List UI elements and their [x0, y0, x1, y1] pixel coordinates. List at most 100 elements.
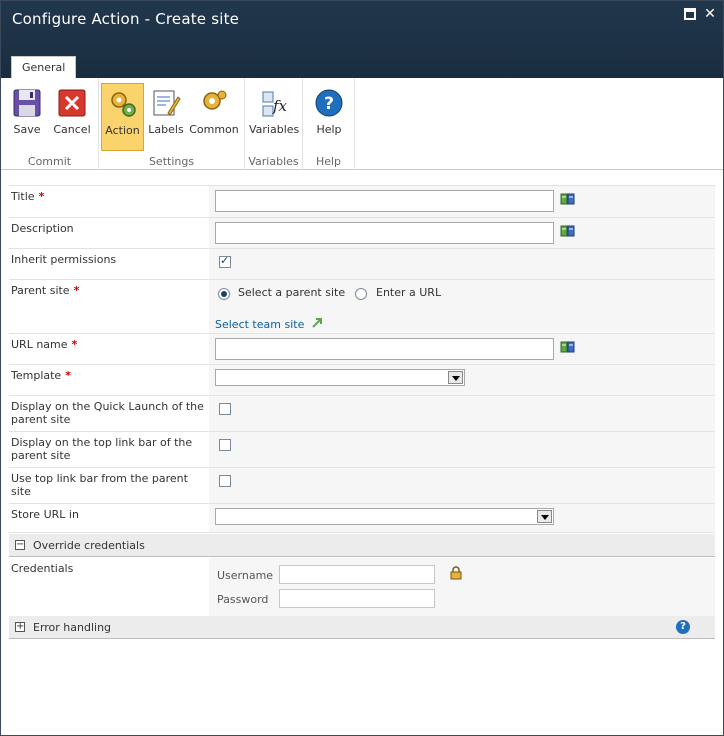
template-select[interactable] — [215, 369, 465, 386]
labels-button[interactable]: Labels — [147, 83, 185, 151]
title-label: Title * — [11, 190, 45, 203]
use-top-link-bar-label: Use top link bar from the parent site — [11, 472, 188, 498]
collapse-icon[interactable]: − — [15, 540, 25, 550]
row-top-link-bar: Display on the top link bar of the paren… — [9, 431, 715, 467]
url-name-value-cell — [208, 334, 715, 364]
use-top-link-bar-value-cell — [208, 468, 715, 503]
quick-launch-value-cell — [208, 396, 715, 431]
group-label-variables: Variables — [248, 155, 299, 168]
chevron-down-icon — [537, 510, 552, 523]
chevron-down-icon — [448, 371, 463, 384]
url-name-input[interactable] — [215, 338, 554, 360]
description-input[interactable] — [215, 222, 554, 244]
row-inherit-permissions: Inherit permissions — [9, 248, 715, 279]
dialog-window: Configure Action - Create site ✕ General… — [0, 0, 724, 736]
help-question-icon: ? — [313, 87, 345, 119]
quick-launch-label: Display on the Quick Launch of the paren… — [11, 400, 204, 426]
ribbon-group-help: ? Help Help — [303, 78, 355, 170]
credentials-label: Credentials — [11, 562, 74, 575]
radio-select-parent-site-label: Select a parent site — [238, 286, 346, 299]
row-use-top-link-bar: Use top link bar from the parent site — [9, 467, 715, 503]
group-label-help: Help — [315, 155, 342, 168]
inherit-permissions-checkbox[interactable] — [219, 254, 231, 268]
arrow-link-icon — [312, 318, 322, 328]
ribbon-group-commit: Save Cancel Commit — [1, 78, 99, 170]
credentials-value-cell: Username Password — [208, 558, 715, 616]
store-url-select[interactable] — [215, 508, 554, 525]
error-handling-title: Error handling — [33, 621, 112, 634]
inherit-permissions-label: Inherit permissions — [11, 253, 117, 266]
group-label-settings: Settings — [148, 155, 195, 168]
title-value-cell — [208, 186, 715, 217]
svg-text:?: ? — [324, 94, 334, 114]
ribbon-group-settings: Action Labels Common Settings — [99, 78, 245, 170]
parent-site-value-cell: Select a parent site Enter a URL Select … — [208, 280, 715, 333]
template-value-cell — [208, 365, 715, 395]
function-fx-icon: fx — [258, 87, 290, 119]
row-store-url: Store URL in — [9, 503, 715, 533]
description-value-cell — [208, 218, 715, 248]
insert-reference-icon[interactable] — [560, 192, 576, 206]
top-link-bar-value-cell — [208, 432, 715, 467]
group-label-commit: Commit — [27, 155, 72, 168]
title-bar: Configure Action - Create site ✕ General — [1, 1, 723, 79]
maximize-icon[interactable] — [684, 8, 696, 20]
insert-reference-icon[interactable] — [560, 224, 576, 238]
lock-icon[interactable] — [450, 566, 462, 583]
override-credentials-header[interactable]: − Override credentials — [9, 534, 715, 557]
cancel-x-icon — [56, 87, 88, 119]
gears-common-icon — [198, 87, 230, 119]
title-input[interactable] — [215, 190, 554, 212]
radio-enter-url-label: Enter a URL — [376, 286, 442, 299]
row-quick-launch: Display on the Quick Launch of the paren… — [9, 395, 715, 431]
ribbon-group-variables: fx Variables Variables — [245, 78, 303, 170]
labels-label: Labels — [148, 123, 184, 136]
radio-select-parent-site[interactable] — [218, 288, 230, 300]
cancel-label: Cancel — [53, 123, 91, 136]
insert-reference-icon[interactable] — [560, 340, 576, 354]
floppy-disk-icon — [11, 87, 43, 119]
common-button[interactable]: Common — [189, 83, 239, 151]
help-icon[interactable]: ? — [676, 620, 690, 634]
radio-enter-url[interactable] — [355, 288, 367, 300]
top-link-bar-label: Display on the top link bar of the paren… — [11, 436, 193, 462]
help-button[interactable]: ? Help — [311, 83, 347, 151]
url-name-label: URL name * — [11, 338, 78, 351]
action-button[interactable]: Action — [101, 83, 144, 151]
inherit-permissions-value-cell — [208, 249, 715, 279]
document-pencil-icon — [150, 87, 182, 119]
parent-site-label: Parent site * — [11, 284, 80, 297]
expand-icon[interactable]: + — [15, 622, 25, 632]
quick-launch-checkbox[interactable] — [219, 403, 231, 415]
password-label: Password — [217, 593, 269, 606]
top-link-bar-checkbox[interactable] — [219, 439, 231, 451]
username-label: Username — [217, 569, 274, 582]
row-description: Description — [9, 217, 715, 248]
row-parent-site: Parent site * Select a parent site Enter … — [9, 279, 715, 333]
variables-label: Variables — [249, 123, 300, 136]
override-credentials-title: Override credentials — [33, 539, 145, 552]
error-handling-header[interactable]: + Error handling ? — [9, 616, 715, 639]
svg-text:fx: fx — [272, 97, 288, 115]
ribbon: Save Cancel Commit Action Labels Common … — [1, 78, 723, 170]
password-input[interactable] — [279, 589, 435, 608]
variables-button[interactable]: fx Variables — [249, 83, 299, 151]
save-button[interactable]: Save — [7, 83, 47, 151]
description-label: Description — [11, 222, 74, 235]
help-label: Help — [316, 123, 342, 136]
close-icon[interactable]: ✕ — [704, 7, 716, 21]
row-template: Template * — [9, 364, 715, 395]
username-input[interactable] — [279, 565, 435, 584]
row-url-name: URL name * — [9, 333, 715, 364]
common-label: Common — [189, 123, 239, 136]
gears-icon — [107, 88, 139, 120]
dialog-title: Configure Action - Create site — [12, 10, 240, 28]
use-top-link-bar-checkbox[interactable] — [219, 475, 231, 487]
cancel-button[interactable]: Cancel — [51, 83, 93, 151]
action-label: Action — [105, 124, 140, 137]
tab-general[interactable]: General — [11, 56, 77, 79]
select-team-site-link[interactable]: Select team site — [215, 317, 323, 331]
row-title: Title * — [9, 185, 715, 217]
template-label: Template * — [11, 369, 71, 382]
save-label: Save — [13, 123, 41, 136]
